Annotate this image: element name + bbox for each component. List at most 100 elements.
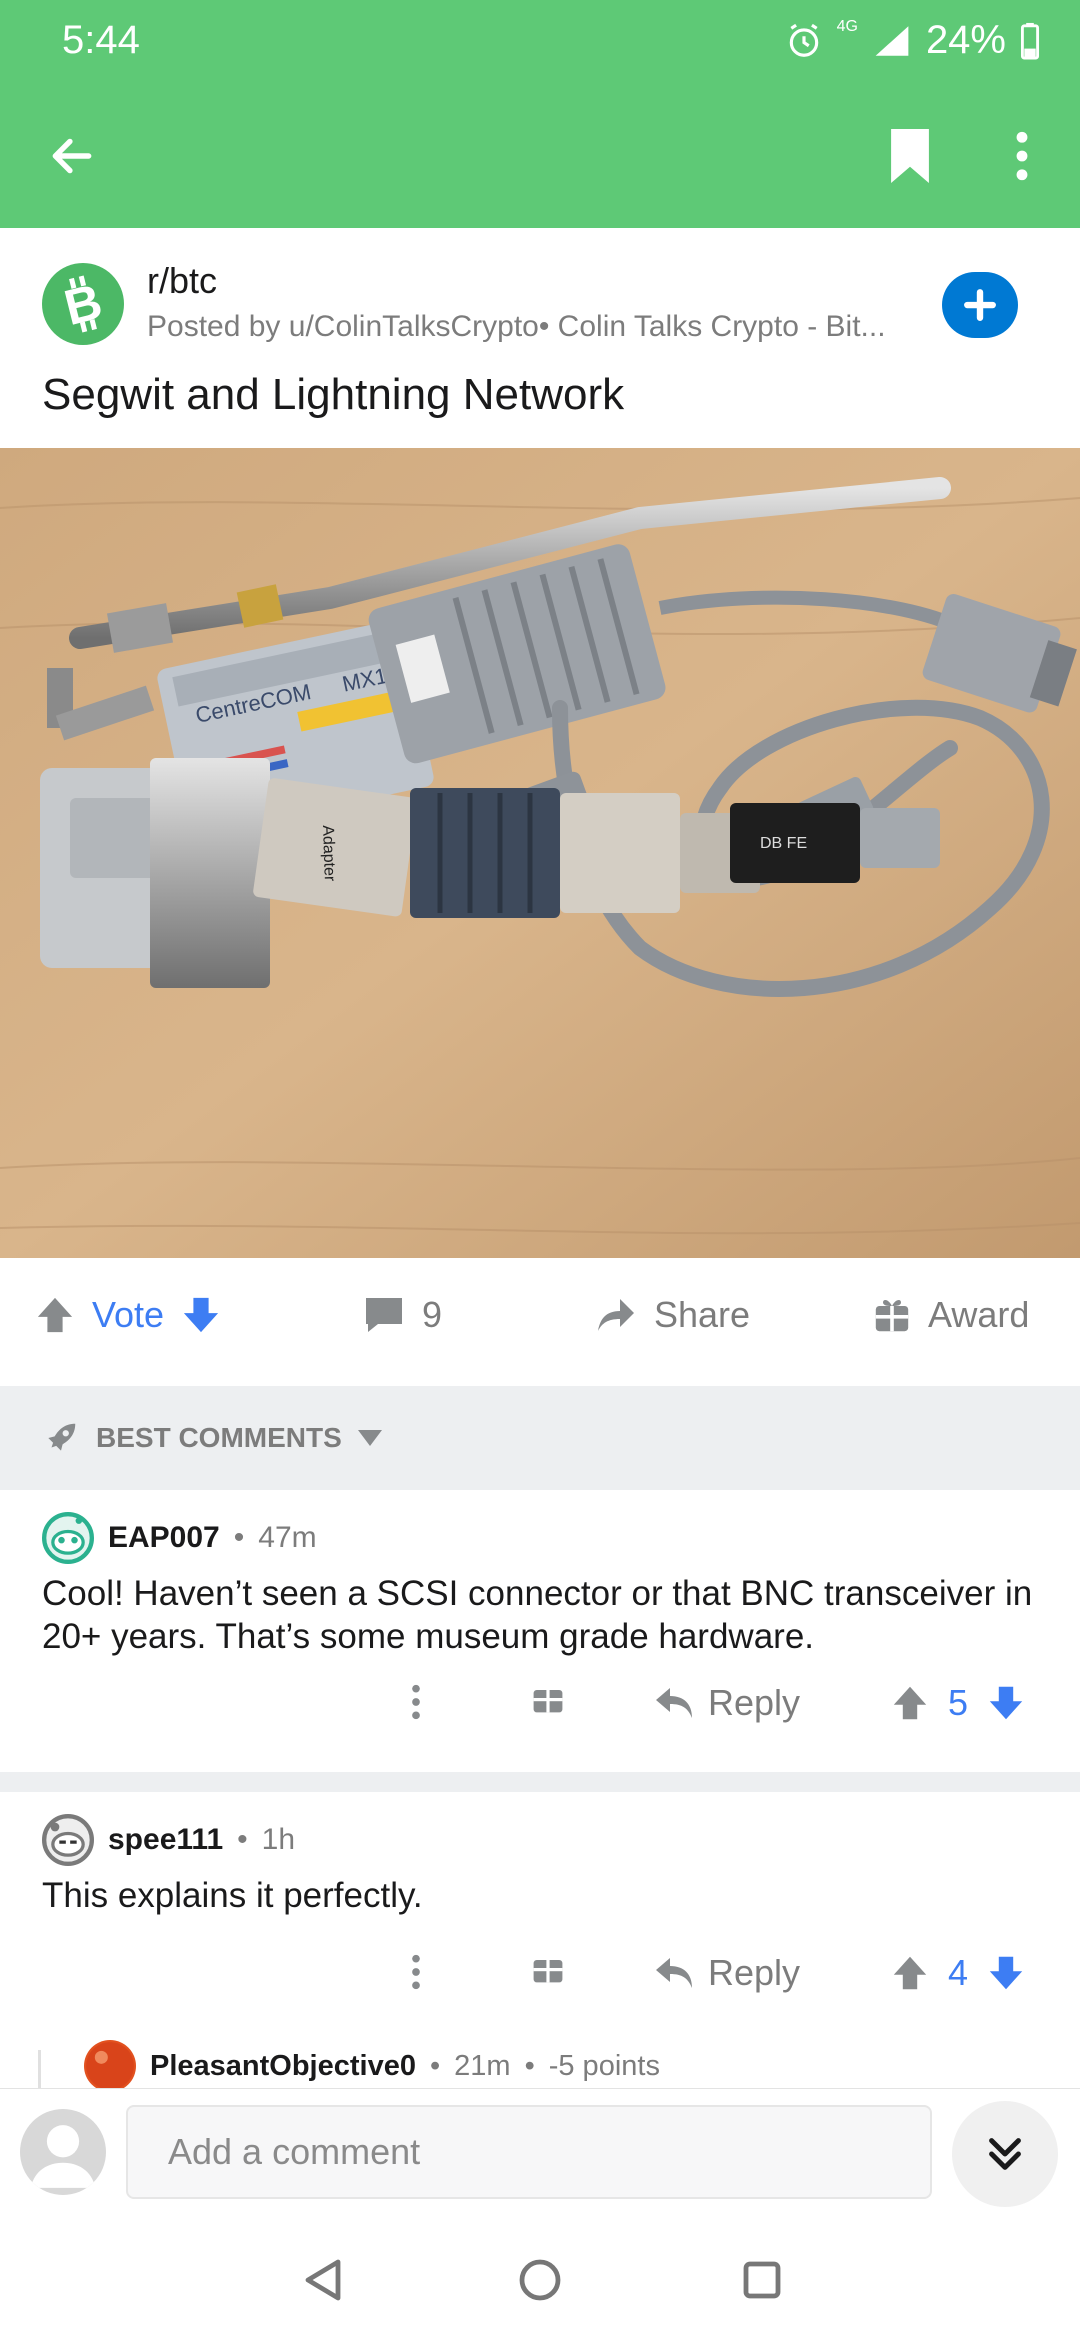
- nav-recents-button[interactable]: [730, 2248, 794, 2312]
- share-button[interactable]: Share: [596, 1294, 750, 1336]
- comment-score: 5: [948, 1682, 969, 1723]
- comment-award-button[interactable]: [532, 1952, 564, 1984]
- comment-time: 21m: [454, 2049, 511, 2082]
- comment-count: 9: [422, 1294, 443, 1335]
- comment-divider: [0, 1772, 1080, 1792]
- status-bar: 5:44 4G 24%: [0, 0, 1080, 80]
- subreddit-name[interactable]: r/btc: [147, 260, 217, 302]
- subreddit-avatar[interactable]: B: [42, 263, 124, 345]
- avatar[interactable]: [42, 1512, 94, 1564]
- square-recents-icon: [743, 2261, 781, 2299]
- gift-icon: [875, 1300, 909, 1332]
- reply-button[interactable]: Reply: [654, 1682, 800, 1724]
- nav-home-button[interactable]: [508, 2248, 572, 2312]
- double-chevron-down-icon: [989, 2138, 1021, 2170]
- upvote-icon[interactable]: [892, 1684, 928, 1722]
- signal-icon: [875, 25, 909, 56]
- chevron-down-icon: [357, 1430, 382, 1446]
- comment-more-button[interactable]: [410, 1682, 422, 1722]
- post-action-bar: Vote 9 Share Award: [0, 1262, 1080, 1386]
- vote-label: Vote: [92, 1294, 165, 1335]
- downvote-icon[interactable]: [988, 1954, 1024, 1992]
- downvote-icon[interactable]: [988, 1684, 1024, 1722]
- network-type: 4G: [836, 18, 858, 35]
- comment-actions: Reply 4: [0, 1944, 1080, 2004]
- comment-vote-group: 5: [892, 1682, 1024, 1724]
- comment-score: 4: [948, 1952, 969, 1993]
- hardware-photo: CentreCOM MX10 Adapter DB FE: [0, 448, 1080, 1258]
- upvote-icon[interactable]: [36, 1295, 74, 1335]
- battery-icon: [1020, 22, 1040, 60]
- snoo-avatar-icon: [42, 1512, 94, 1564]
- bookmark-icon: [891, 129, 929, 183]
- comment-author[interactable]: EAP007: [108, 1521, 220, 1555]
- more-vertical-icon: [412, 1954, 420, 1990]
- comment-meta: EAP007 • 47m: [42, 1512, 317, 1564]
- comment: spee111 • 1h This explains it perfectly.…: [0, 1792, 1080, 2032]
- comments-button[interactable]: 9: [364, 1294, 442, 1336]
- award-label: Award: [928, 1294, 1030, 1335]
- next-comment-button[interactable]: [952, 2101, 1058, 2207]
- share-arrow-icon: [598, 1299, 634, 1331]
- separator-dot: •: [233, 1521, 245, 1554]
- comment-vote-group: 4: [892, 1952, 1024, 1994]
- reply-label: Reply: [708, 1682, 801, 1723]
- user-avatar[interactable]: [20, 2109, 106, 2195]
- arrow-left-icon: [52, 138, 92, 174]
- more-options-button[interactable]: [990, 120, 1054, 192]
- triangle-back-icon: [305, 2259, 341, 2301]
- join-subreddit-button[interactable]: [942, 272, 1018, 338]
- comment-meta: PleasantObjective0 • 21m • -5 points: [84, 2040, 660, 2088]
- post-image[interactable]: CentreCOM MX10 Adapter DB FE: [0, 448, 1080, 1258]
- downvote-icon[interactable]: [182, 1295, 220, 1335]
- comment-reply: PleasantObjective0 • 21m • -5 points: [0, 2032, 1080, 2088]
- status-icons: 4G 24%: [785, 18, 1040, 63]
- avatar[interactable]: [84, 2040, 136, 2088]
- sort-label: BEST COMMENTS: [96, 1422, 342, 1453]
- separator-dot: •: [429, 2049, 441, 2082]
- post-title: Segwit and Lightning Network: [42, 370, 625, 419]
- avatar[interactable]: [42, 1814, 94, 1866]
- comment: EAP007 • 47m Cool! Haven’t seen a SCSI c…: [0, 1490, 1080, 1770]
- award-button[interactable]: Award: [874, 1294, 1029, 1336]
- reply-arrow-icon: [656, 1958, 692, 1988]
- posted-by[interactable]: Posted by u/ColinTalksCrypto• Colin Talk…: [147, 310, 937, 344]
- share-label: Share: [654, 1294, 751, 1335]
- avatar-icon: [86, 2042, 134, 2088]
- post-header: B r/btc Posted by u/ColinTalksCrypto• Co…: [0, 228, 1080, 448]
- upvote-icon[interactable]: [892, 1954, 928, 1992]
- add-comment-input[interactable]: Add a comment: [126, 2105, 932, 2199]
- comment-award-button[interactable]: [532, 1682, 564, 1714]
- plus-icon: [964, 289, 996, 321]
- separator-dot: •: [237, 1823, 248, 1856]
- nav-back-button[interactable]: [290, 2248, 354, 2312]
- snoo-avatar-icon: [42, 1814, 94, 1866]
- comment-more-button[interactable]: [410, 1952, 422, 1992]
- alarm-icon: [789, 23, 818, 57]
- comment-sort-selector[interactable]: BEST COMMENTS: [0, 1386, 1080, 1490]
- thread-line: [38, 2050, 41, 2088]
- reply-button[interactable]: Reply: [654, 1952, 800, 1994]
- db-label: DB FE: [760, 835, 807, 852]
- bitcoin-cash-icon: B: [59, 274, 108, 334]
- more-vertical-icon: [1016, 131, 1028, 181]
- status-time: 5:44: [62, 18, 140, 62]
- gift-icon: [533, 1690, 563, 1713]
- battery-level: 24%: [925, 18, 1006, 62]
- comment-points: -5 points: [548, 2049, 660, 2082]
- vote-group: Vote: [36, 1294, 220, 1336]
- comment-meta: spee111 • 1h: [42, 1814, 295, 1866]
- comment-body: This explains it perfectly.: [42, 1876, 423, 1915]
- comment-time: 1h: [261, 1823, 296, 1856]
- reply-arrow-icon: [656, 1688, 692, 1718]
- user-silhouette-icon: [30, 2125, 96, 2188]
- adapter-label: Adapter: [319, 825, 338, 882]
- gift-icon: [533, 1960, 563, 1983]
- comment-composer: Add a comment: [0, 2088, 1080, 2218]
- save-post-button[interactable]: [870, 120, 950, 192]
- back-button[interactable]: [36, 120, 108, 192]
- comment-author[interactable]: PleasantObjective0: [150, 2050, 416, 2083]
- more-vertical-icon: [412, 1684, 420, 1720]
- comment-author[interactable]: spee111: [108, 1823, 223, 1857]
- app-bar: [0, 80, 1080, 228]
